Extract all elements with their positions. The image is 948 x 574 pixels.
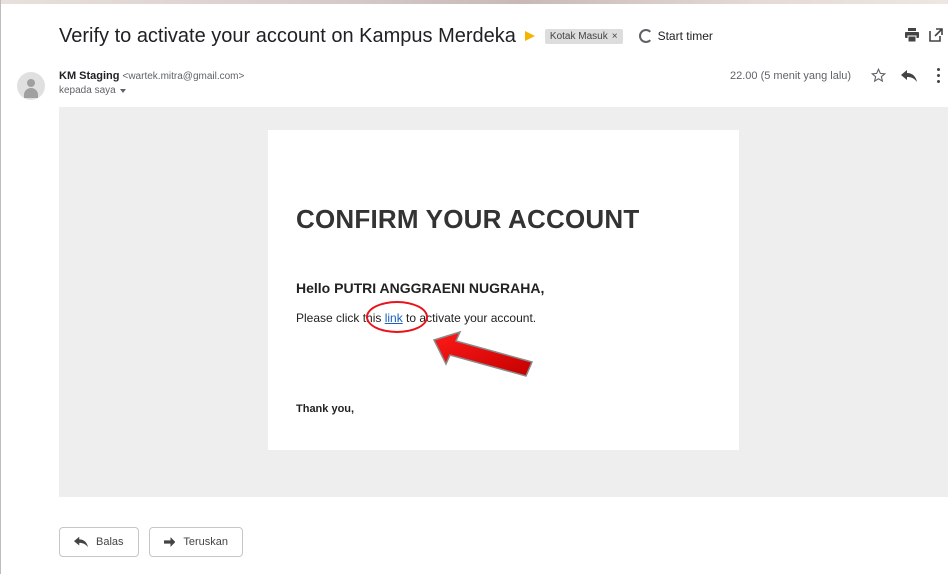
- reply-button-label: Balas: [96, 536, 124, 548]
- more-options-icon[interactable]: [937, 68, 941, 84]
- start-timer-button[interactable]: Start timer: [638, 29, 713, 43]
- reply-button[interactable]: Balas: [59, 527, 139, 557]
- sender-name[interactable]: KM Staging: [59, 70, 120, 82]
- forward-icon: [164, 537, 176, 547]
- label-chip-inbox[interactable]: Kotak Masuk ×: [544, 28, 623, 44]
- star-icon[interactable]: [871, 68, 886, 83]
- email-timestamp: 22.00 (5 menit yang lalu): [730, 70, 852, 82]
- reply-icon: [74, 536, 88, 548]
- forward-button-label: Teruskan: [183, 536, 228, 548]
- recipient-details-toggle[interactable]: kepada saya: [59, 85, 126, 96]
- instruction-after: to activate your account.: [402, 311, 537, 325]
- closing-text: Thank you,: [296, 403, 355, 415]
- label-chip-text: Kotak Masuk: [549, 30, 608, 42]
- importance-marker-icon[interactable]: [524, 31, 535, 41]
- reply-icon[interactable]: [901, 70, 917, 82]
- remove-label-icon[interactable]: ×: [612, 31, 618, 42]
- instruction-text: Please click this link to activate your …: [296, 311, 536, 325]
- print-icon[interactable]: [905, 28, 919, 42]
- subject-row: Verify to activate your account on Kampu…: [59, 22, 713, 50]
- timer-icon: [638, 29, 653, 43]
- sender-email: <wartek.mitra@gmail.com>: [122, 71, 245, 82]
- forward-button[interactable]: Teruskan: [149, 527, 243, 557]
- top-strip: [0, 0, 948, 4]
- recipient-label: kepada saya: [59, 85, 116, 96]
- greeting-text: Hello PUTRI ANGGRAENI NUGRAHA,: [296, 280, 545, 296]
- sender-line: KM Staging <wartek.mitra@gmail.com>: [59, 70, 244, 82]
- instruction-before: Please click this: [296, 311, 385, 325]
- confirm-account-heading: CONFIRM YOUR ACCOUNT: [296, 204, 640, 234]
- start-timer-label: Start timer: [657, 29, 713, 43]
- sender-avatar: [17, 72, 45, 100]
- email-subject: Verify to activate your account on Kampu…: [59, 24, 516, 47]
- activation-link[interactable]: link: [385, 311, 403, 325]
- open-in-new-window-icon[interactable]: [929, 28, 943, 42]
- window-border: [0, 0, 1, 574]
- chevron-down-icon: [119, 88, 126, 93]
